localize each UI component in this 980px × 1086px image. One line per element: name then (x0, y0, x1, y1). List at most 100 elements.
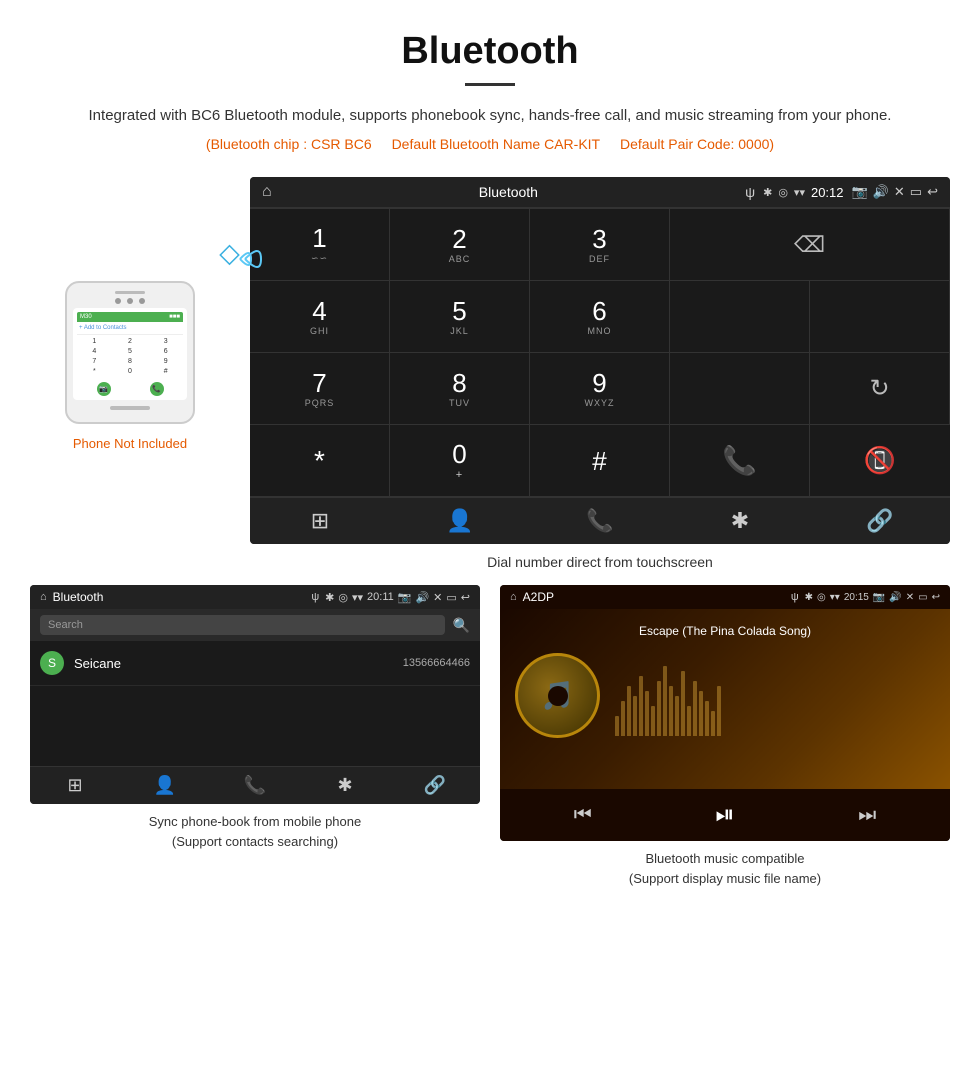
phonebook-screenshot-item: ⌂ Bluetooth ψ ✱ ◎ ▾▾ 20:11 📷 🔊 ✕ ▭ ↩ Sea… (30, 585, 480, 888)
empty-cell-1 (670, 281, 810, 353)
contact-number: 13566664466 (403, 657, 470, 669)
phone-call-btn[interactable]: 📞 (150, 382, 164, 396)
pb-bt-icon: ✱ (325, 591, 334, 604)
pb-usb-icon: ψ (311, 591, 319, 603)
bluetooth-status-icon: ✱ (763, 186, 772, 199)
prev-button[interactable]: ⏮ (574, 804, 592, 827)
key-4[interactable]: 4 GHI (250, 281, 390, 353)
nav-grid[interactable]: ⊞ (250, 508, 390, 534)
status-time: 20:12 (811, 185, 844, 200)
close-icon[interactable]: ✕ (894, 184, 905, 200)
key-hash[interactable]: # (530, 425, 670, 497)
ms-signal-icon: ▾▾ (830, 592, 840, 603)
search-input[interactable]: Search (40, 615, 445, 635)
music-caption: Bluetooth music compatible (Support disp… (629, 849, 821, 888)
nav-phone[interactable]: 📞 (530, 508, 670, 534)
device-screen-area: ⌂ Bluetooth ψ ✱ ◎ ▾▾ 20:12 📷 🔊 ✕ ▭ ↩ (250, 177, 950, 575)
music-screenshot-item: ⌂ A2DP ψ ✱ ◎ ▾▾ 20:15 📷 🔊 ✕ ▭ ↩ Escape (… (500, 585, 950, 888)
layout-icon[interactable]: ▭ (910, 184, 922, 200)
action-icons: 📷 🔊 ✕ ▭ ↩ (852, 184, 938, 200)
pbn-grid[interactable]: ⊞ (30, 775, 120, 796)
contact-row[interactable]: S Seicane 13566664466 (30, 641, 480, 686)
phonebook-bottom-nav: ⊞ 👤 📞 ✱ 🔗 (30, 766, 480, 804)
ms-vol-icon[interactable]: 🔊 (889, 592, 901, 603)
page-header: Bluetooth Integrated with BC6 Bluetooth … (0, 0, 980, 167)
pbn-link[interactable]: 🔗 (390, 775, 480, 796)
phonebook-search-bar: Search 🔍 (30, 609, 480, 641)
key-8[interactable]: 8 TUV (390, 353, 530, 425)
nav-contacts[interactable]: 👤 (390, 508, 530, 534)
key-6[interactable]: 6 MNO (530, 281, 670, 353)
home-icon[interactable]: ⌂ (262, 183, 272, 201)
key-reload[interactable]: ↻ (810, 353, 950, 425)
pb-vol-icon[interactable]: 🔊 (415, 591, 429, 604)
pbn-bluetooth[interactable]: ✱ (300, 775, 390, 796)
nav-bluetooth[interactable]: ✱ (670, 508, 810, 534)
key-delete[interactable]: ⌫ (670, 209, 950, 281)
next-button[interactable]: ⏭ (858, 804, 876, 827)
ms-cam-icon[interactable]: 📷 (873, 592, 885, 603)
pbn-phone[interactable]: 📞 (210, 775, 300, 796)
pbn-contacts[interactable]: 👤 (120, 775, 210, 796)
contact-list: S Seicane 13566664466 (30, 641, 480, 766)
spec-chip: (Bluetooth chip : CSR BC6 (206, 136, 372, 152)
contact-avatar: S (40, 651, 64, 675)
phone-screen: M30■■■ + Add to Contacts 123 456 789 *0#… (73, 308, 187, 400)
back-icon[interactable]: ↩ (927, 184, 938, 200)
header-description: Integrated with BC6 Bluetooth module, su… (60, 104, 920, 128)
camera-icon[interactable]: 📷 (852, 184, 868, 200)
ms-back-icon[interactable]: ↩ (932, 592, 940, 603)
phone-bottom-buttons: 📷 📞 (77, 378, 183, 396)
empty-cell-3 (670, 353, 810, 425)
spec-name: Default Bluetooth Name CAR-KIT (392, 136, 601, 152)
phonebook-caption: Sync phone-book from mobile phone (Suppo… (149, 812, 361, 851)
ms-layout-icon[interactable]: ▭ (918, 592, 927, 603)
ms-bt-icon: ✱ (805, 592, 813, 603)
phone-speaker (115, 291, 145, 294)
ms-loc-icon: ◎ (817, 592, 826, 603)
nav-link[interactable]: 🔗 (810, 508, 950, 534)
key-call-red[interactable]: 📵 (810, 425, 950, 497)
key-7[interactable]: 7 PQRS (250, 353, 390, 425)
key-9[interactable]: 9 WXYZ (530, 353, 670, 425)
main-device-screen: ⌂ Bluetooth ψ ✱ ◎ ▾▾ 20:12 📷 🔊 ✕ ▭ ↩ (250, 177, 950, 544)
screen-title: Bluetooth (280, 184, 737, 200)
pb-right-icons: ✱ ◎ ▾▾ 20:11 📷 🔊 ✕ ▭ ↩ (325, 591, 470, 604)
ms-home-icon[interactable]: ⌂ (510, 591, 517, 603)
pb-close-icon[interactable]: ✕ (433, 591, 442, 604)
key-star[interactable]: * (250, 425, 390, 497)
play-pause-button[interactable]: ⏯ (715, 801, 734, 829)
phone-mockup: M30■■■ + Add to Contacts 123 456 789 *0#… (65, 281, 195, 424)
delete-icon: ⌫ (794, 232, 825, 258)
volume-icon[interactable]: 🔊 (873, 184, 889, 200)
song-title: Escape (The Pina Colada Song) (639, 624, 811, 638)
bluetooth-icon: ⬦ (219, 237, 240, 270)
key-0[interactable]: 0 + (390, 425, 530, 497)
call-red-icon: 📵 (864, 445, 896, 476)
key-3[interactable]: 3 DEF (530, 209, 670, 281)
phone-video-btn[interactable]: 📷 (97, 382, 111, 396)
music-main-area: Escape (The Pina Colada Song) 🎵 (500, 609, 950, 789)
pb-home-icon[interactable]: ⌂ (40, 591, 47, 603)
usb-icon: ψ (745, 184, 755, 200)
pb-signal-icon: ▾▾ (352, 591, 363, 604)
search-icon[interactable]: 🔍 (453, 617, 470, 634)
key-2[interactable]: 2 ABC (390, 209, 530, 281)
pb-time: 20:11 (367, 591, 394, 603)
key-call-green[interactable]: 📞 (670, 425, 810, 497)
key-1[interactable]: 1 ∽∽ (250, 209, 390, 281)
phone-add-contact: + Add to Contacts (77, 322, 183, 335)
pb-back-icon[interactable]: ↩ (461, 591, 470, 604)
phone-not-included-label: Phone Not Included (73, 436, 187, 451)
bottom-navigation: ⊞ 👤 📞 ✱ 🔗 (250, 497, 950, 544)
main-caption: Dial number direct from touchscreen (250, 554, 950, 575)
bottom-screenshots: ⌂ Bluetooth ψ ✱ ◎ ▾▾ 20:11 📷 🔊 ✕ ▭ ↩ Sea… (0, 575, 980, 888)
pb-cam-icon[interactable]: 📷 (398, 591, 412, 604)
key-5[interactable]: 5 JKL (390, 281, 530, 353)
music-status-bar: ⌂ A2DP ψ ✱ ◎ ▾▾ 20:15 📷 🔊 ✕ ▭ ↩ (500, 585, 950, 609)
main-content-area: ⬦ M30■■■ + Add to Contacts 123 (0, 167, 980, 575)
music-album-area: 🎵 (515, 653, 935, 738)
status-right-icons: ✱ ◎ ▾▾ 20:12 (763, 185, 843, 200)
pb-layout-icon[interactable]: ▭ (446, 591, 456, 604)
ms-close-icon[interactable]: ✕ (906, 592, 914, 603)
